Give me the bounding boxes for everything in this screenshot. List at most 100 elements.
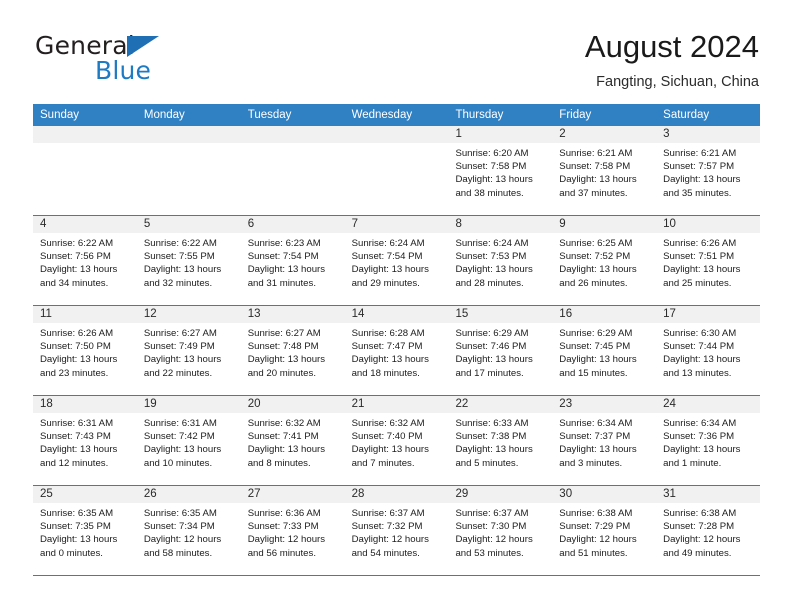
day-details: Sunrise: 6:29 AM Sunset: 7:46 PM Daylight:… [448,323,552,380]
day-cell[interactable]: 9 Sunrise: 6:25 AM Sunset: 7:52 PM Daylight… [552,216,657,305]
daylight-text-line1: Daylight: 13 hours [663,354,741,366]
day-cell[interactable]: 7 Sunrise: 6:24 AM Sunset: 7:54 PM Daylight… [344,216,449,305]
weekday-header-sunday: Sunday [40,109,80,121]
calendar-week-row: 4 Sunrise: 6:22 AM Sunset: 7:56 PM Daylight… [33,216,761,306]
daylight-text-line2: and 29 minutes. [351,277,420,289]
day-number: 16 [552,306,657,323]
day-number: 4 [33,216,137,233]
sunset-text: Sunset: 7:57 PM [663,161,735,173]
day-number: 23 [552,396,657,413]
day-cell[interactable]: 6 Sunrise: 6:23 AM Sunset: 7:54 PM Daylight… [240,216,345,305]
day-cell[interactable]: 26 Sunrise: 6:35 AM Sunset: 7:34 PM Dayligh… [136,486,241,575]
day-cell[interactable]: 1 Sunrise: 6:20 AM Sunset: 7:58 PM Daylight… [448,126,553,215]
daylight-text-line1: Daylight: 12 hours [559,534,637,546]
day-cell[interactable]: 8 Sunrise: 6:24 AM Sunset: 7:53 PM Daylight… [448,216,553,305]
day-cell[interactable]: 14 Sunrise: 6:28 AM Sunset: 7:47 PM Dayligh… [344,306,449,395]
day-details: Sunrise: 6:38 AM Sunset: 7:28 PM Daylight:… [656,503,760,560]
daylight-text-line1: Daylight: 13 hours [247,354,326,366]
sunrise-text: Sunrise: 6:38 AM [559,508,633,519]
sunrise-text: Sunrise: 6:37 AM [455,508,529,519]
day-cell[interactable]: 16 Sunrise: 6:29 AM Sunset: 7:45 PM Dayligh… [552,306,657,395]
day-cell[interactable]: 22 Sunrise: 6:33 AM Sunset: 7:38 PM Dayligh… [448,396,553,485]
day-details: Sunrise: 6:21 AM Sunset: 7:57 PM Daylight:… [656,143,760,200]
day-cell[interactable]: 23 Sunrise: 6:34 AM Sunset: 7:37 PM Dayligh… [552,396,657,485]
day-number: 28 [344,486,449,503]
day-cell[interactable]: 24 Sunrise: 6:34 AM Sunset: 7:36 PM Dayligh… [656,396,761,485]
sunrise-text: Sunrise: 6:22 AM [143,238,217,249]
day-cell-empty [240,126,345,215]
day-number [240,126,345,143]
day-details: Sunrise: 6:24 AM Sunset: 7:53 PM Daylight:… [448,233,552,290]
day-cell[interactable]: 11 Sunrise: 6:26 AM Sunset: 7:50 PM Dayligh… [33,306,137,395]
sunrise-text: Sunrise: 6:26 AM [40,328,114,339]
day-cell[interactable]: 19 Sunrise: 6:31 AM Sunset: 7:42 PM Dayligh… [136,396,241,485]
day-details: Sunrise: 6:35 AM Sunset: 7:35 PM Daylight:… [33,503,137,560]
day-number: 1 [448,126,553,143]
day-details: Sunrise: 6:20 AM Sunset: 7:58 PM Daylight:… [448,143,552,200]
daylight-text-line1: Daylight: 13 hours [559,444,637,456]
calendar-week-row: 25 Sunrise: 6:35 AM Sunset: 7:35 PM Dayligh… [33,486,761,576]
triangle-icon [127,36,159,57]
day-number: 9 [552,216,657,233]
sunset-text: Sunset: 7:45 PM [559,341,631,353]
sunset-text: Sunset: 7:49 PM [143,341,215,353]
daylight-text-line2: and 35 minutes. [663,187,732,199]
sunrise-text: Sunrise: 6:31 AM [143,418,217,429]
sunset-text: Sunset: 7:51 PM [663,251,735,263]
daylight-text-line1: Daylight: 13 hours [143,444,222,456]
day-cell[interactable]: 21 Sunrise: 6:32 AM Sunset: 7:40 PM Dayligh… [344,396,449,485]
day-cell[interactable]: 3 Sunrise: 6:21 AM Sunset: 7:57 PM Daylight… [656,126,761,215]
sunrise-text: Sunrise: 6:35 AM [143,508,217,519]
daylight-text-line1: Daylight: 12 hours [351,534,429,546]
sunset-text: Sunset: 7:50 PM [40,341,111,353]
daylight-text-line1: Daylight: 13 hours [663,264,741,276]
day-cell[interactable]: 2 Sunrise: 6:21 AM Sunset: 7:58 PM Daylight… [552,126,657,215]
daylight-text-line1: Daylight: 13 hours [143,264,222,276]
day-cell-empty [344,126,449,215]
daylight-text-line1: Daylight: 13 hours [455,354,533,366]
sunset-text: Sunset: 7:37 PM [559,431,631,443]
day-cell[interactable]: 10 Sunrise: 6:26 AM Sunset: 7:51 PM Dayligh… [656,216,761,305]
daylight-text-line2: and 31 minutes. [247,277,316,289]
daylight-text-line1: Daylight: 13 hours [663,444,741,456]
weekday-header-saturday: Saturday [663,109,710,121]
day-cell[interactable]: 12 Sunrise: 6:27 AM Sunset: 7:49 PM Dayligh… [136,306,241,395]
calendar-week-row: 11 Sunrise: 6:26 AM Sunset: 7:50 PM Dayligh… [33,306,761,396]
general-blue-logo[interactable]: General Blue [33,28,253,90]
day-cell[interactable]: 13 Sunrise: 6:27 AM Sunset: 7:48 PM Dayligh… [240,306,345,395]
day-number [344,126,449,143]
daylight-text-line2: and 56 minutes. [247,547,316,559]
sunrise-text: Sunrise: 6:20 AM [455,148,529,159]
day-cell[interactable]: 31 Sunrise: 6:38 AM Sunset: 7:28 PM Dayligh… [656,486,761,575]
location-subtitle: Fangting, Sichuan, China [596,74,759,90]
daylight-text-line1: Daylight: 13 hours [40,354,118,366]
weekday-header-monday: Monday [143,109,185,121]
day-cell[interactable]: 27 Sunrise: 6:36 AM Sunset: 7:33 PM Dayligh… [240,486,345,575]
daylight-text-line2: and 15 minutes. [559,367,628,379]
day-cell[interactable]: 28 Sunrise: 6:37 AM Sunset: 7:32 PM Dayligh… [344,486,449,575]
day-cell[interactable]: 25 Sunrise: 6:35 AM Sunset: 7:35 PM Dayligh… [33,486,137,575]
sunset-text: Sunset: 7:55 PM [143,251,215,263]
daylight-text-line2: and 10 minutes. [143,457,213,469]
day-cell[interactable]: 4 Sunrise: 6:22 AM Sunset: 7:56 PM Daylight… [33,216,137,305]
sunrise-text: Sunrise: 6:26 AM [663,238,737,249]
daylight-text-line1: Daylight: 13 hours [40,444,118,456]
daylight-text-line2: and 38 minutes. [455,187,524,199]
sunset-text: Sunset: 7:40 PM [351,431,423,443]
day-cell[interactable]: 17 Sunrise: 6:30 AM Sunset: 7:44 PM Dayligh… [656,306,761,395]
day-details: Sunrise: 6:28 AM Sunset: 7:47 PM Daylight:… [345,323,449,380]
daylight-text-line1: Daylight: 13 hours [559,174,637,186]
day-number: 2 [552,126,657,143]
day-cell[interactable]: 20 Sunrise: 6:32 AM Sunset: 7:41 PM Dayligh… [240,396,345,485]
day-cell[interactable]: 5 Sunrise: 6:22 AM Sunset: 7:55 PM Daylight… [136,216,241,305]
sunset-text: Sunset: 7:29 PM [559,521,631,533]
day-cell[interactable]: 29 Sunrise: 6:37 AM Sunset: 7:30 PM Dayligh… [448,486,553,575]
day-cell[interactable]: 15 Sunrise: 6:29 AM Sunset: 7:46 PM Dayligh… [448,306,553,395]
day-number: 10 [656,216,761,233]
daylight-text-line2: and 22 minutes. [143,367,213,379]
daylight-text-line1: Daylight: 13 hours [351,354,429,366]
daylight-text-line2: and 1 minute. [663,457,722,469]
day-cell[interactable]: 30 Sunrise: 6:38 AM Sunset: 7:29 PM Dayligh… [552,486,657,575]
day-number: 25 [33,486,137,503]
day-cell[interactable]: 18 Sunrise: 6:31 AM Sunset: 7:43 PM Dayligh… [33,396,137,485]
